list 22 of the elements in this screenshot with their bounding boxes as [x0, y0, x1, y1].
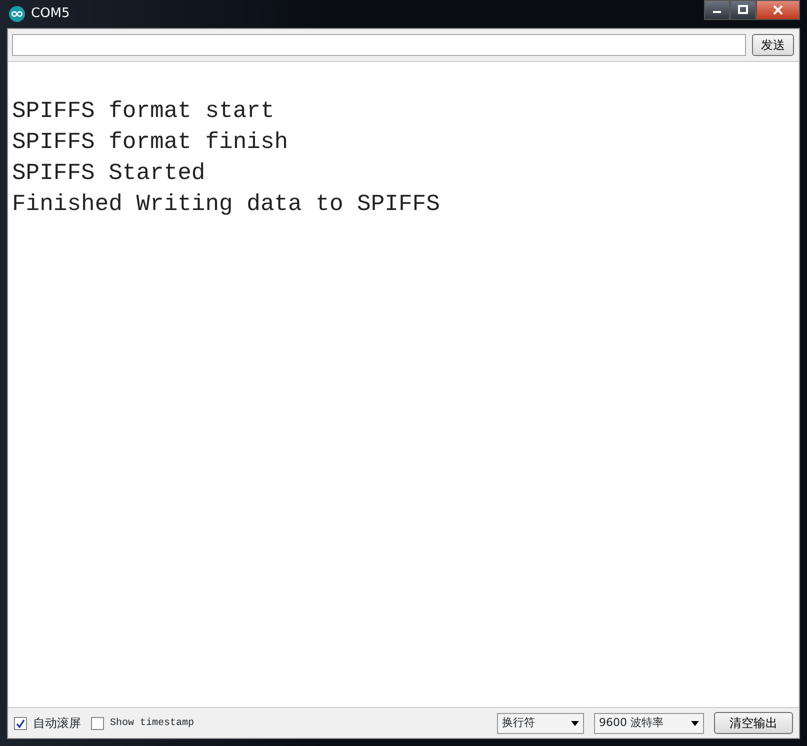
app-logo-icon — [9, 6, 25, 22]
input-field[interactable] — [12, 34, 746, 56]
line-ending-dropdown[interactable]: 换行符 — [497, 712, 584, 734]
window-title: COM5 — [31, 5, 70, 24]
send-button[interactable]: 发送 — [752, 34, 794, 56]
caret-icon — [571, 720, 579, 726]
output-line: SPIFFS format finish — [12, 128, 290, 157]
output-line: SPIFFS format start — [12, 97, 276, 126]
autoscroll-label: 自动滚屏 — [33, 715, 81, 732]
maximize-icon — [738, 5, 748, 15]
output-line: SPIFFS Started — [12, 159, 206, 188]
close-button[interactable] — [756, 0, 800, 20]
minimize-button[interactable] — [704, 0, 730, 20]
maximize-button[interactable] — [730, 0, 756, 20]
timestamp-label: Show timestamp — [110, 716, 194, 730]
clear-output-button[interactable]: 清空输出 — [714, 712, 793, 734]
autoscroll-checkbox[interactable] — [14, 716, 27, 730]
caret-icon — [691, 720, 699, 726]
output-line: Finished Writing data to SPIFFS — [12, 190, 441, 219]
close-icon — [773, 5, 783, 15]
baud-rate-dropdown[interactable]: 9600 波特率 — [594, 712, 704, 734]
timestamp-checkbox[interactable] — [91, 716, 104, 730]
